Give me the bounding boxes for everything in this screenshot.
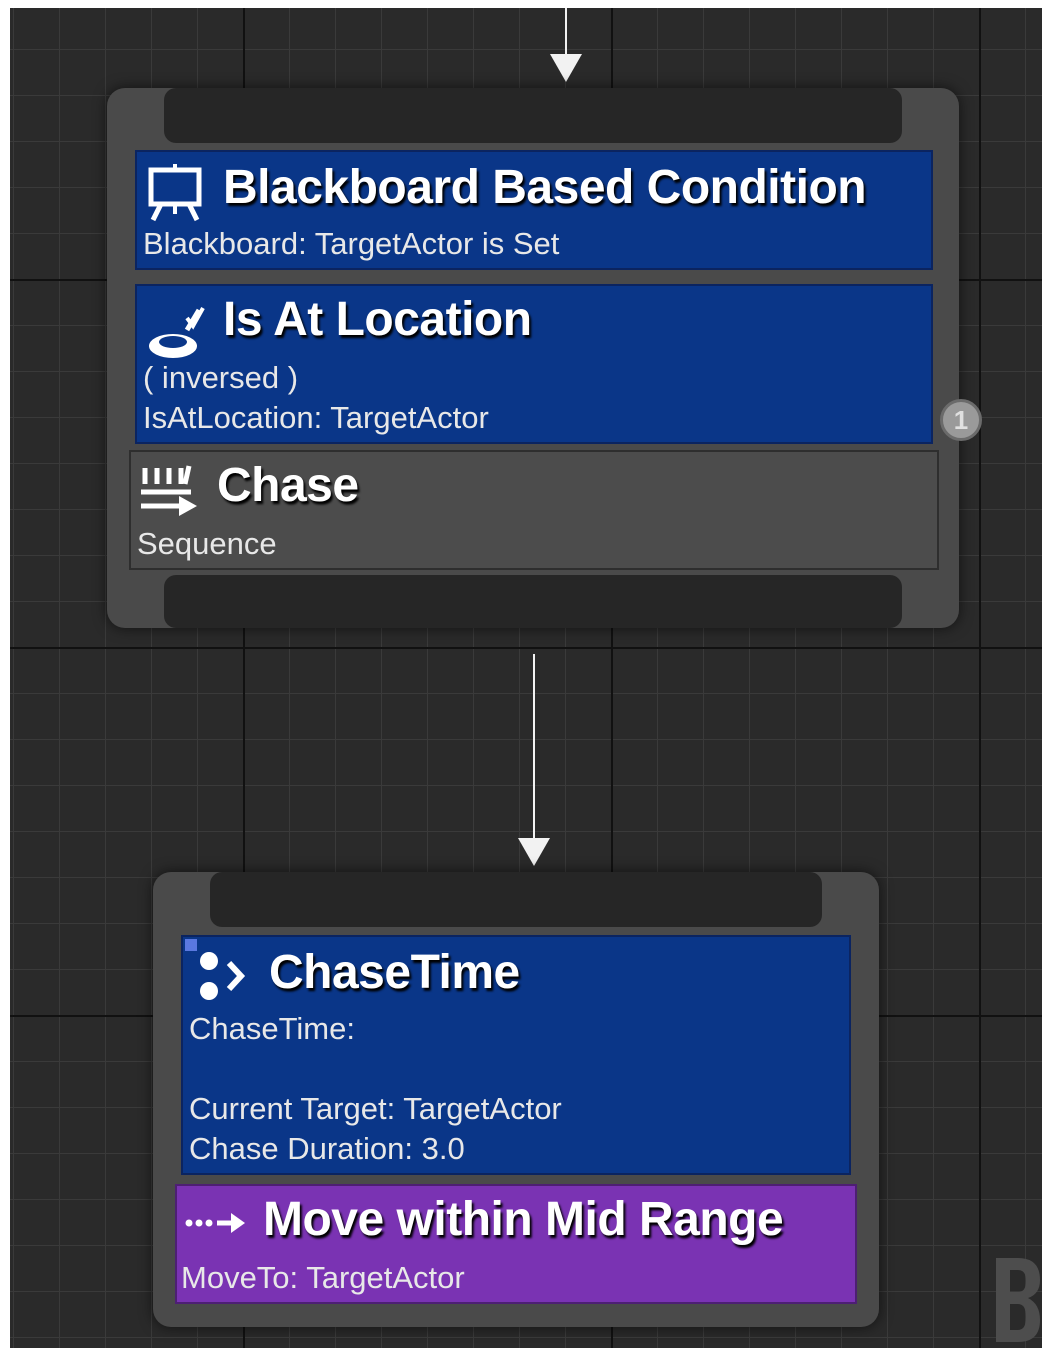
sequence-icon — [141, 465, 197, 516]
input-pin-bar[interactable] — [210, 872, 822, 927]
moveto-icon — [185, 1213, 245, 1233]
decorator-title: Is At Location — [223, 293, 532, 346]
service-name-line: ChaseTime: — [189, 1011, 355, 1046]
decorator-title: Blackboard Based Condition — [223, 161, 867, 214]
input-pin-bar[interactable] — [164, 88, 902, 143]
chase-sequence-composite[interactable]: Chase Sequence — [129, 450, 939, 570]
service-icon — [185, 939, 246, 1000]
child-arrowhead — [518, 838, 550, 866]
child-connection-wire — [533, 654, 535, 842]
move-within-mid-range-node[interactable]: ChaseTime ChaseTime: Current Target: Tar… — [153, 872, 879, 1327]
is-at-location-decorator[interactable]: Is At Location ( inversed ) IsAtLocation… — [135, 284, 933, 444]
composite-type: Sequence — [137, 526, 277, 561]
blackboard-icon — [148, 164, 202, 222]
task-subtitle: MoveTo: TargetActor — [181, 1260, 465, 1295]
decorator-subtitle: Blackboard: TargetActor is Set — [143, 226, 560, 261]
composite-title: Chase — [217, 459, 359, 512]
behavior-tree-graph[interactable]: Blackboard Based Condition Blackboard: T… — [10, 8, 1042, 1348]
task-title: Move within Mid Range — [263, 1193, 784, 1246]
incoming-connection-wire — [565, 8, 567, 58]
location-icon — [149, 307, 205, 358]
inversed-flag: ( inversed ) — [143, 360, 299, 395]
moveto-task[interactable]: Move within Mid Range MoveTo: TargetActo… — [175, 1184, 857, 1304]
chase-duration-line: Chase Duration: 3.0 — [189, 1131, 465, 1166]
service-title: ChaseTime — [269, 946, 520, 999]
graph-watermark-glyph — [996, 1258, 1040, 1342]
blackboard-condition-decorator[interactable]: Blackboard Based Condition Blackboard: T… — [135, 150, 933, 270]
incoming-arrowhead — [550, 54, 582, 82]
decorator-subtitle: IsAtLocation: TargetActor — [143, 400, 489, 435]
current-target-line: Current Target: TargetActor — [189, 1091, 562, 1126]
chase-sequence-node[interactable]: Blackboard Based Condition Blackboard: T… — [107, 88, 982, 628]
output-pin-bar[interactable] — [164, 575, 902, 628]
execution-order-badge: 1 — [940, 399, 982, 441]
chasetime-service[interactable]: ChaseTime ChaseTime: Current Target: Tar… — [181, 935, 851, 1175]
